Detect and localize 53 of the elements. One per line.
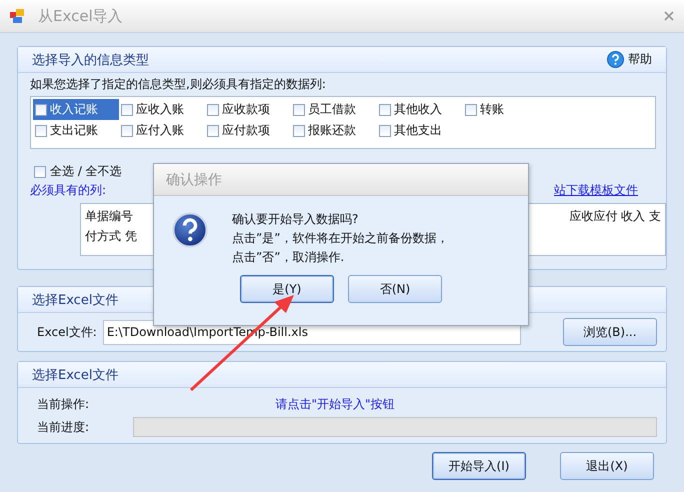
checkbox[interactable] (35, 104, 47, 116)
question-icon (172, 212, 208, 248)
type-item[interactable]: 员工借款 (291, 99, 377, 120)
type-item[interactable]: 支出记账 (33, 120, 119, 141)
type-item[interactable]: 收入记账 (33, 99, 119, 120)
exit-button[interactable]: 退出(X) (560, 452, 654, 480)
operation-label: 当前操作: (37, 396, 90, 413)
type-item[interactable]: 应收入账 (119, 99, 205, 120)
type-item[interactable]: 应收款项 (205, 99, 291, 120)
select-all-label: 全选 / 全不选 (50, 163, 122, 180)
close-icon[interactable] (664, 11, 674, 21)
operation-status: 请点击"开始导入"按钮 (274, 396, 396, 413)
column-list-text: 应收应付 收入 支 (569, 208, 661, 225)
file-label: Excel文件: (37, 324, 97, 340)
help-link[interactable]: 帮助 (607, 51, 652, 68)
no-button[interactable]: 否(N) (348, 275, 442, 303)
checkbox[interactable] (379, 124, 391, 136)
checkbox[interactable] (293, 124, 305, 136)
group-title: 选择导入的信息类型 (32, 52, 149, 68)
checkbox[interactable] (379, 104, 391, 116)
start-import-button[interactable]: 开始导入(I) (432, 452, 526, 480)
type-item[interactable]: 转账 (463, 99, 523, 120)
dialog-message-line: 点击”是”，软件将在开始之前备份数据， (232, 230, 448, 247)
type-item[interactable]: 报账还款 (291, 120, 377, 141)
group-title: 选择Excel文件 (32, 292, 118, 308)
checkbox[interactable] (293, 104, 305, 116)
type-item[interactable]: 应付入账 (119, 120, 205, 141)
column-list-text: 单据编号 (85, 208, 134, 225)
checkbox[interactable] (465, 104, 477, 116)
type-item[interactable]: 其他收入 (377, 99, 463, 120)
dialog-message-line: 确认要开始导入数据吗? (232, 211, 360, 228)
type-item[interactable]: 应付款项 (205, 120, 291, 141)
checkbox[interactable] (207, 124, 219, 136)
checkbox[interactable] (207, 104, 219, 116)
dialog-title: 确认操作 (154, 164, 528, 196)
type-item[interactable]: 其他支出 (377, 120, 463, 141)
window-title: 从Excel导入 (38, 6, 123, 26)
required-columns-label: 必须具有的列: (30, 182, 106, 198)
column-list-text: 付方式 凭 (85, 228, 137, 245)
dialog-message-line: 点击”否”，取消操作. (232, 249, 346, 266)
group-title: 选择Excel文件 (32, 366, 118, 384)
help-label: 帮助 (628, 51, 652, 68)
app-icon (10, 9, 24, 23)
template-download-link[interactable]: 站下载模板文件 (554, 182, 638, 198)
yes-button[interactable]: 是(Y) (240, 275, 334, 303)
checkbox[interactable] (121, 124, 133, 136)
select-all-checkbox[interactable] (34, 166, 46, 178)
instruction-text: 如果您选择了指定的信息类型,则必须具有指定的数据列: (30, 76, 327, 93)
help-icon (607, 51, 624, 68)
browse-button[interactable]: 浏览(B)... (563, 318, 657, 346)
checkbox[interactable] (35, 124, 47, 136)
progress-label: 当前进度: (37, 418, 90, 436)
checkbox[interactable] (121, 104, 133, 116)
